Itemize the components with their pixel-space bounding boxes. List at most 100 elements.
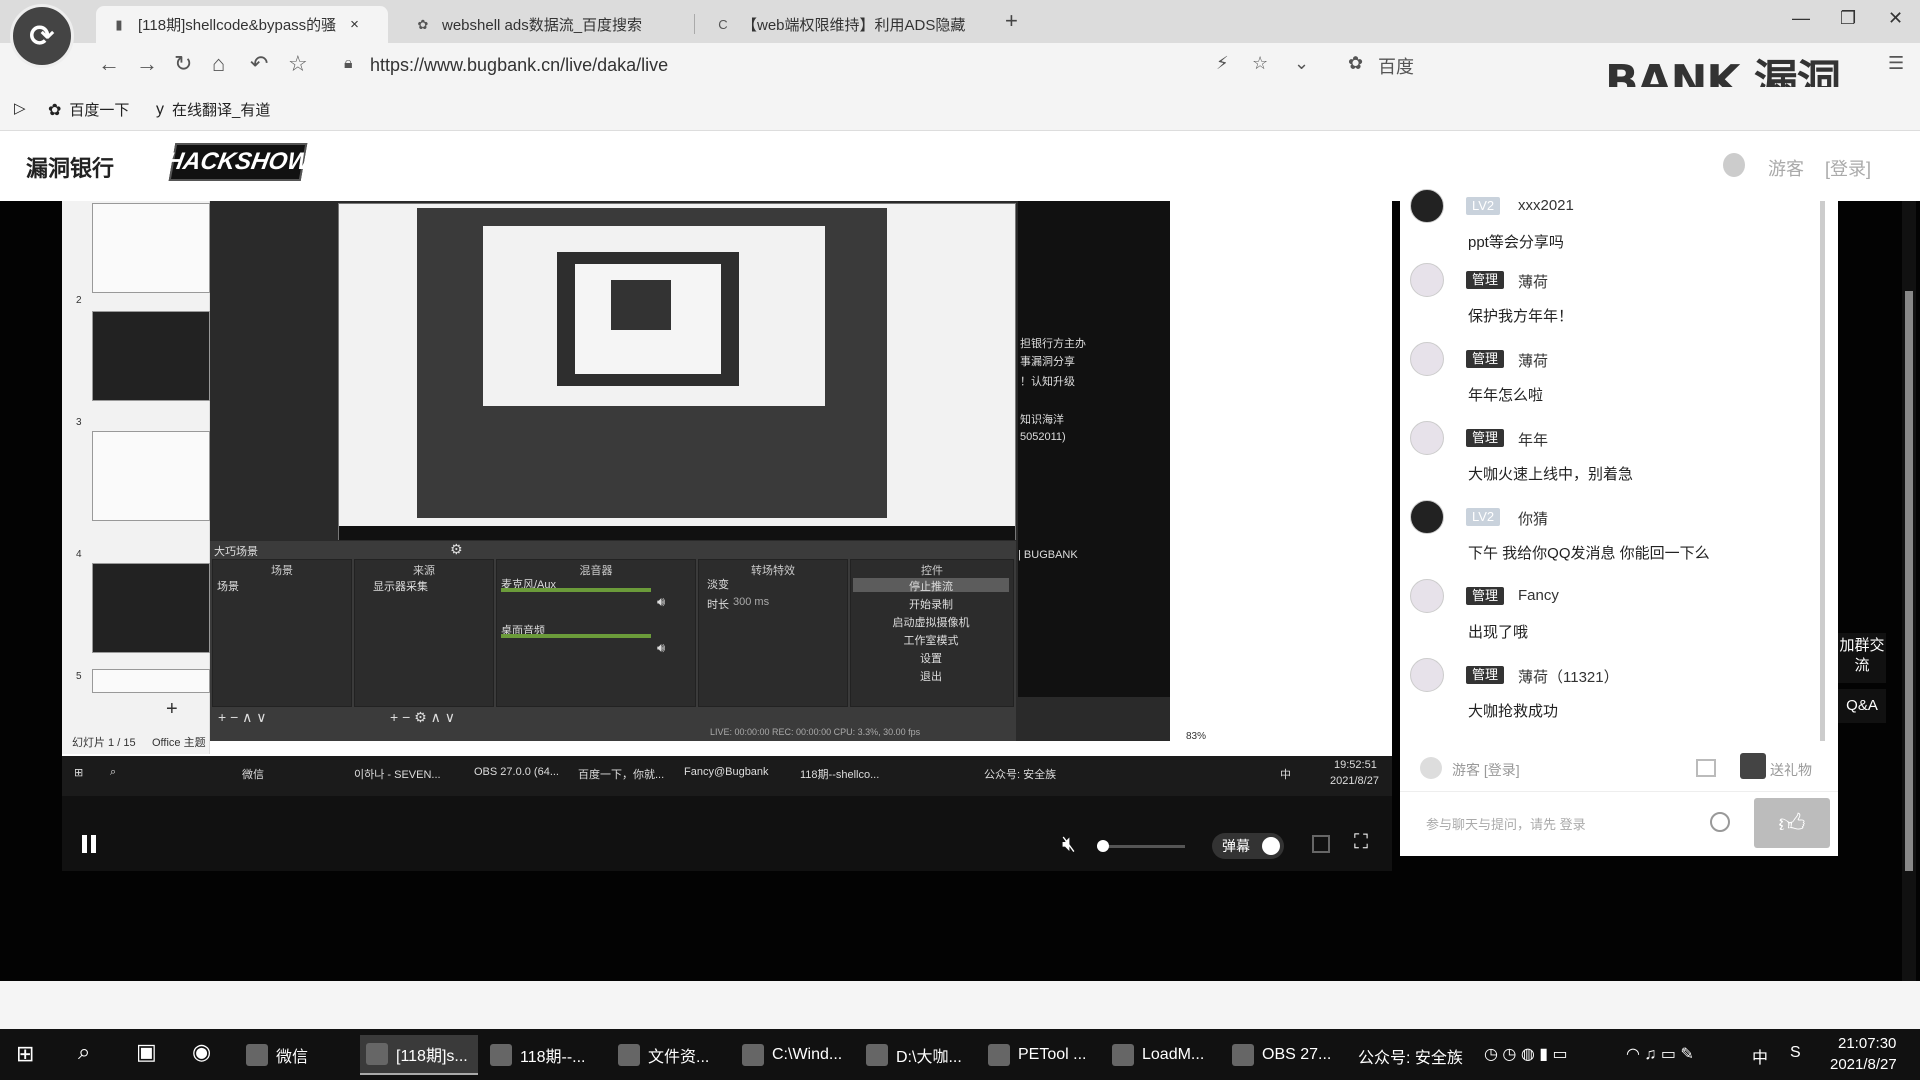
qa-button[interactable]: Q&A bbox=[1838, 689, 1886, 723]
bookmark-baidu[interactable]: ✿ 百度一下 bbox=[48, 99, 129, 120]
obs-control: 停止推流 bbox=[909, 581, 953, 593]
taskbar-app[interactable]: C:\Wind... bbox=[736, 1035, 854, 1075]
gift-icon[interactable] bbox=[1740, 753, 1766, 779]
pinned-browser-icon[interactable]: ◉ bbox=[192, 1039, 211, 1065]
tray-text: 公众号: 安全族 bbox=[1358, 1050, 1463, 1067]
obs-controls-head: 控件 bbox=[921, 565, 943, 577]
chat-username[interactable]: 你猜 bbox=[1518, 508, 1548, 529]
taskbar-app-label: 118期--... bbox=[520, 1049, 586, 1066]
tray-icons[interactable]: ◷ ◷ ◍ ▮ ▭ bbox=[1484, 1044, 1568, 1064]
taskbar-app[interactable]: D:\大咖... bbox=[860, 1035, 978, 1075]
chat-username[interactable]: Fancy bbox=[1518, 587, 1559, 604]
chat-guest-login[interactable]: 游客 [登录] bbox=[1452, 760, 1520, 780]
taskbar-app[interactable]: LoadM... bbox=[1106, 1035, 1220, 1075]
baidu-search-icon[interactable]: ✿ bbox=[1348, 53, 1363, 74]
sidebar-toggle-icon[interactable]: ▷ bbox=[14, 99, 26, 117]
user-avatar[interactable] bbox=[1723, 153, 1745, 177]
taskbar-app[interactable]: [118期]s... bbox=[360, 1035, 478, 1075]
search-icon[interactable]: ⌕ bbox=[78, 1039, 90, 1065]
obs-controls-panel: 控件 停止推流 开始录制 启动虚拟摄像机 工作室模式 设置 退出 bbox=[850, 559, 1014, 707]
clock-time[interactable]: 21:07:30 bbox=[1838, 1035, 1896, 1052]
home-icon[interactable]: ⌂ bbox=[212, 51, 225, 77]
chevron-down-icon[interactable]: ⌄ bbox=[1294, 53, 1309, 74]
video-stream[interactable]: 2 3 4 5 + 幻灯片 1 / 15 Office 主题 担银行方主办 事漏… bbox=[62, 201, 1392, 756]
new-tab-button[interactable]: + bbox=[1005, 8, 1018, 34]
tray-app-icon[interactable]: S bbox=[1790, 1044, 1801, 1062]
danmu-toggle[interactable]: 弹幕 bbox=[1212, 833, 1284, 859]
chat-username[interactable]: 年年 bbox=[1518, 429, 1548, 450]
like-button[interactable]: 👍︎ bbox=[1754, 798, 1830, 848]
close-window-icon[interactable]: ✕ bbox=[1888, 8, 1903, 29]
fullscreen-icon[interactable]: ⛶ bbox=[1354, 831, 1368, 854]
windows-start-icon[interactable]: ⊞ bbox=[16, 1041, 34, 1067]
list-icon[interactable] bbox=[1696, 759, 1716, 777]
chat-username[interactable]: 薄荷 bbox=[1518, 271, 1548, 292]
volume-slider[interactable] bbox=[1097, 840, 1185, 852]
lightning-icon[interactable]: ⚡︎ bbox=[1216, 53, 1229, 74]
chat-message: 管理 薄荷（11321） 大咖抢救成功 bbox=[1410, 658, 1810, 736]
taskbar-app-label: D:\大咖... bbox=[896, 1049, 962, 1066]
browser-logo-icon[interactable]: ⟳ bbox=[10, 4, 74, 68]
bookmark-youdao[interactable]: y 在线翻译_有道 bbox=[156, 99, 270, 120]
chat-text: 下午 我给你QQ发消息 你能回一下么 bbox=[1468, 545, 1710, 562]
video-player[interactable]: 2 3 4 5 + 幻灯片 1 / 15 Office 主题 担银行方主办 事漏… bbox=[62, 201, 1392, 871]
bookmark-star-icon[interactable]: ☆ bbox=[288, 51, 308, 77]
clock-date[interactable]: 2021/8/27 bbox=[1830, 1056, 1897, 1073]
forward-icon[interactable]: → bbox=[136, 51, 158, 77]
close-tab-icon[interactable]: × bbox=[350, 16, 359, 33]
chat-avatar[interactable] bbox=[1410, 189, 1444, 223]
search-engine-hint[interactable]: 百度 bbox=[1378, 53, 1414, 79]
obs-transition-item: 淡变 bbox=[707, 579, 729, 591]
mute-icon[interactable]: 🔇︎ bbox=[1062, 831, 1076, 857]
slide-thumbnail bbox=[92, 311, 210, 401]
chat-avatar[interactable] bbox=[1410, 579, 1444, 613]
menu-icon[interactable]: ☰ bbox=[1888, 53, 1904, 74]
minimize-icon[interactable]: — bbox=[1792, 8, 1810, 29]
login-link[interactable]: [登录] bbox=[1825, 155, 1871, 181]
taskbar-app[interactable]: 微信 bbox=[240, 1035, 350, 1075]
tab-separator bbox=[694, 14, 695, 34]
slide-thumbnail bbox=[92, 431, 210, 521]
tab-label: [118期]shellcode&bypass的骚 bbox=[138, 17, 337, 34]
join-group-button[interactable]: 加群交流 bbox=[1838, 633, 1886, 683]
chat-scrollbar[interactable] bbox=[1820, 201, 1825, 741]
site-logo[interactable]: 漏洞银行 bbox=[26, 151, 114, 183]
emoji-icon[interactable] bbox=[1710, 812, 1730, 832]
guest-avatar bbox=[1420, 757, 1442, 779]
favorite-icon[interactable]: ☆ bbox=[1252, 53, 1268, 74]
tab-active[interactable]: ▮ [118期]shellcode&bypass的骚 × bbox=[96, 6, 388, 43]
reload-icon[interactable]: ↻ bbox=[174, 51, 192, 77]
chat-avatar[interactable] bbox=[1410, 658, 1444, 692]
chat-avatar[interactable] bbox=[1410, 500, 1444, 534]
hackshow-logo[interactable]: HACKSHOW bbox=[164, 143, 312, 181]
taskbar-app[interactable]: OBS 27... bbox=[1226, 1035, 1348, 1075]
address-bar[interactable]: https://www.bugbank.cn/live/daka/live bbox=[370, 55, 668, 76]
taskbar-app[interactable]: PETool ... bbox=[982, 1035, 1100, 1075]
ime-indicator[interactable]: 中 bbox=[1752, 1044, 1768, 1068]
tab-baidu-search[interactable]: ✿ webshell ads数据流_百度搜索 bbox=[400, 6, 690, 43]
stream-clock-date: 2021/8/27 bbox=[1330, 775, 1379, 787]
restore-icon[interactable]: ❐ bbox=[1840, 8, 1856, 29]
chat-username[interactable]: 薄荷 bbox=[1518, 350, 1548, 371]
undo-icon[interactable]: ↶ bbox=[250, 51, 268, 77]
page-scroll-thumb[interactable] bbox=[1905, 291, 1913, 871]
chat-username[interactable]: xxx2021 bbox=[1518, 197, 1574, 214]
chat-username[interactable]: 薄荷（11321） bbox=[1518, 666, 1619, 687]
gift-label[interactable]: 送礼物 bbox=[1770, 760, 1812, 780]
pinned-app-icon[interactable]: ▣ bbox=[136, 1039, 157, 1065]
taskbar-app[interactable]: 118期--... bbox=[484, 1035, 604, 1075]
petool-icon bbox=[988, 1044, 1010, 1066]
tray-status-icons[interactable]: ◠ ♫ ▭ ✎ bbox=[1626, 1044, 1694, 1064]
chat-avatar[interactable] bbox=[1410, 421, 1444, 455]
tab-ads[interactable]: C 【web端权限维持】利用ADS隐藏 bbox=[700, 6, 990, 43]
taskbar-app[interactable]: 文件资... bbox=[612, 1035, 730, 1075]
page-scrollbar[interactable] bbox=[1902, 201, 1916, 981]
back-icon[interactable]: ← bbox=[98, 51, 120, 77]
chat-badge: 管理 bbox=[1466, 666, 1505, 684]
chat-avatar[interactable] bbox=[1410, 342, 1444, 376]
chat-avatar[interactable] bbox=[1410, 263, 1444, 297]
pip-button[interactable] bbox=[1312, 835, 1330, 853]
chat-input[interactable]: 参与聊天与提问，请先 登录 bbox=[1426, 814, 1586, 833]
volume-knob[interactable] bbox=[1097, 840, 1110, 852]
pause-button[interactable] bbox=[82, 835, 100, 855]
